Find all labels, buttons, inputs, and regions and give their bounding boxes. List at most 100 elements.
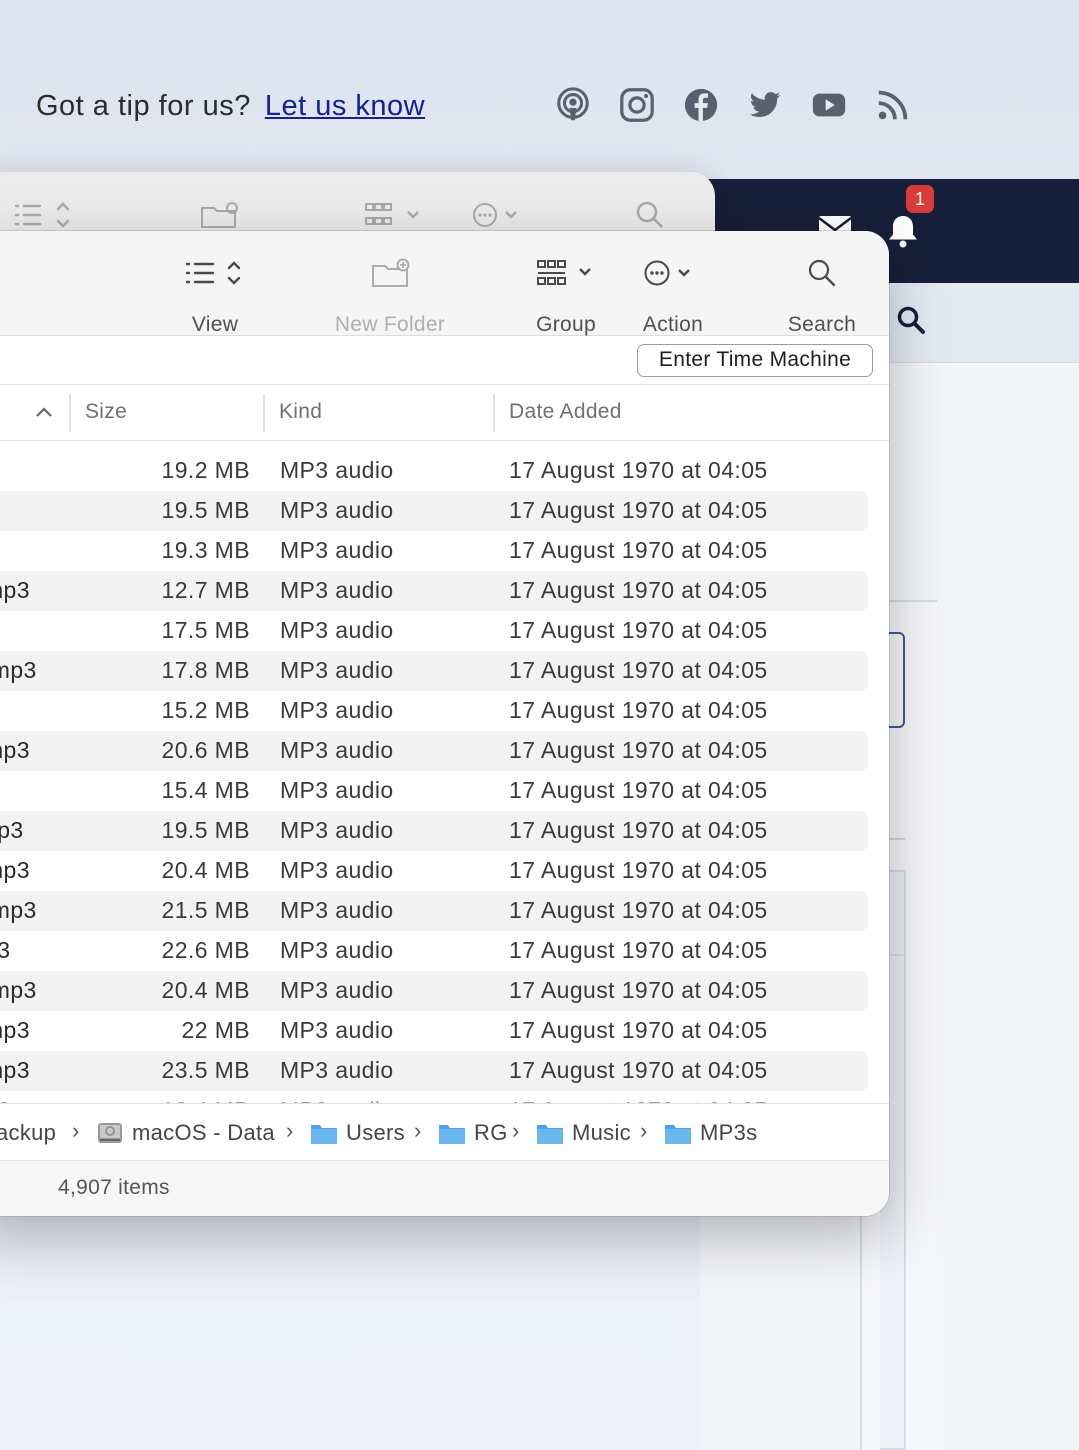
- column-size[interactable]: Size: [85, 400, 127, 424]
- table-row[interactable]: 15.4 MB MP3 audio 17 August 1970 at 04:05: [0, 771, 889, 811]
- column-separator[interactable]: [263, 394, 265, 432]
- file-kind: MP3 audio: [280, 897, 394, 923]
- file-kind: MP3 audio: [280, 577, 394, 603]
- file-kind: MP3 audio: [280, 977, 394, 1003]
- bell-icon[interactable]: [886, 213, 920, 249]
- chevron-right-icon: ›: [414, 1118, 422, 1143]
- group-icon: [365, 203, 419, 225]
- status-bar: 4,907 items: [0, 1161, 889, 1216]
- path-user[interactable]: RG: [438, 1118, 508, 1148]
- file-name: mp3: [0, 1017, 30, 1043]
- file-kind: MP3 audio: [280, 537, 394, 563]
- file-size: 19.5 MB: [161, 817, 250, 843]
- file-name: .mp3: [0, 897, 37, 923]
- podcast-icon[interactable]: [552, 84, 594, 126]
- tip-bar: Got a tip for us? Let us know: [36, 84, 425, 128]
- view-button[interactable]: View: [175, 253, 255, 337]
- action-button[interactable]: Action: [638, 253, 708, 337]
- path-music-label: Music: [572, 1120, 631, 1145]
- facebook-icon[interactable]: [680, 84, 722, 126]
- time-machine-bar: Enter Time Machine: [0, 337, 889, 385]
- column-separator[interactable]: [69, 394, 71, 432]
- tip-text: Got a tip for us?: [36, 89, 251, 122]
- table-row[interactable]: mp3 23.5 MB MP3 audio 17 August 1970 at 04:…: [0, 1051, 889, 1091]
- table-row[interactable]: 19.2 MB MP3 audio 17 August 1970 at 04:05: [0, 451, 889, 491]
- path-disk[interactable]: macOS - Data: [96, 1118, 275, 1148]
- path-users-label: Users: [346, 1120, 405, 1145]
- sort-ascending-icon[interactable]: [34, 402, 54, 422]
- path-bar: ackup › macOS - Data › Users › RG › Musi…: [0, 1103, 889, 1161]
- table-row[interactable]: .mp3 21.5 MB MP3 audio 17 August 1970 at 04…: [0, 891, 889, 931]
- table-row[interactable]: 19.3 MB MP3 audio 17 August 1970 at 04:05: [0, 531, 889, 571]
- action-icon: [644, 260, 690, 286]
- enter-time-machine-button[interactable]: Enter Time Machine: [637, 344, 873, 377]
- file-size: 19.2 MB: [161, 457, 250, 483]
- table-row[interactable]: o3 22.6 MB MP3 audio 17 August 1970 at 04:0…: [0, 931, 889, 971]
- path-music[interactable]: Music: [536, 1118, 631, 1148]
- file-size: 20.4 MB: [161, 857, 250, 883]
- table-row[interactable]: 15.2 MB MP3 audio 17 August 1970 at 04:05: [0, 691, 889, 731]
- file-name: mp3: [0, 857, 30, 883]
- tip-link[interactable]: Let us know: [265, 90, 425, 123]
- action-icon: [473, 203, 517, 227]
- folder-icon: [439, 1125, 465, 1144]
- table-row[interactable]: 17.5 MB MP3 audio 17 August 1970 at 04:05: [0, 611, 889, 651]
- file-name: mp3: [0, 577, 30, 603]
- path-folder[interactable]: MP3s: [664, 1118, 757, 1148]
- path-root[interactable]: ackup: [0, 1118, 56, 1148]
- file-kind: MP3 audio: [280, 1057, 394, 1083]
- new-folder-icon: [201, 202, 238, 228]
- file-size: 23.5 MB: [161, 1057, 250, 1083]
- file-size: 17.8 MB: [161, 657, 250, 683]
- rss-icon[interactable]: [872, 84, 914, 126]
- file-size: 22 MB: [181, 1017, 250, 1043]
- file-size: 19.5 MB: [161, 497, 250, 523]
- file-size: 17.5 MB: [161, 617, 250, 643]
- notification-badge: 1: [906, 185, 934, 213]
- file-size: 15.4 MB: [161, 777, 250, 803]
- path-disk-label: macOS - Data: [132, 1120, 275, 1145]
- column-date-added[interactable]: Date Added: [509, 400, 622, 424]
- chevron-right-icon: ›: [286, 1118, 294, 1143]
- search-icon[interactable]: [896, 305, 926, 335]
- file-kind: MP3 audio: [280, 937, 394, 963]
- twitter-icon[interactable]: [744, 84, 786, 126]
- file-size: 20.4 MB: [161, 977, 250, 1003]
- file-kind: MP3 audio: [280, 617, 394, 643]
- youtube-icon[interactable]: [808, 84, 850, 126]
- file-size: 20.6 MB: [161, 737, 250, 763]
- file-date-added: 17 August 1970 at 04:05: [509, 497, 768, 523]
- table-row[interactable]: mp3 12.7 MB MP3 audio 17 August 1970 at 04:…: [0, 571, 889, 611]
- finder-window[interactable]: View New Folder Group Action Search Ente…: [0, 231, 889, 1216]
- table-row[interactable]: ..318.4 MBMP3 audio17 August 1970 at 04:…: [0, 1091, 889, 1103]
- table-row[interactable]: mp3 22 MB MP3 audio 17 August 1970 at 04:05: [0, 1011, 889, 1051]
- table-row[interactable]: .mp3 17.8 MB MP3 audio 17 August 1970 at 04…: [0, 651, 889, 691]
- path-users[interactable]: Users: [310, 1118, 405, 1148]
- action-label: Action: [642, 313, 704, 336]
- file-kind: MP3 audio: [280, 457, 394, 483]
- search-icon: [636, 201, 663, 228]
- new-folder-button[interactable]: New Folder: [325, 253, 455, 337]
- file-kind: MP3 audio: [280, 1017, 394, 1043]
- file-kind: MP3 audio: [280, 817, 394, 843]
- chevron-right-icon: ›: [640, 1118, 648, 1143]
- table-row[interactable]: mp3 20.4 MB MP3 audio 17 August 1970 at 04:…: [0, 851, 889, 891]
- file-date-added: 17 August 1970 at 04:05: [509, 457, 768, 483]
- group-button[interactable]: Group: [530, 253, 602, 337]
- column-kind[interactable]: Kind: [279, 400, 322, 424]
- chevron-right-icon: ›: [512, 1118, 520, 1143]
- disk-icon: [98, 1123, 122, 1143]
- table-row[interactable]: mp3 20.6 MB MP3 audio 17 August 1970 at 04:…: [0, 731, 889, 771]
- file-date-added: 17 August 1970 at 04:05: [509, 537, 768, 563]
- column-separator[interactable]: [493, 394, 495, 432]
- table-row[interactable]: .mp3 20.4 MB MP3 audio 17 August 1970 at 04…: [0, 971, 889, 1011]
- instagram-icon[interactable]: [616, 84, 658, 126]
- table-row[interactable]: np3 19.5 MB MP3 audio 17 August 1970 at 04:…: [0, 811, 889, 851]
- file-date-added: 17 August 1970 at 04:05: [509, 817, 768, 843]
- table-row[interactable]: 19.5 MB MP3 audio 17 August 1970 at 04:05: [0, 491, 889, 531]
- list-view-icon: [14, 202, 70, 228]
- folder-icon: [665, 1125, 691, 1144]
- search-button[interactable]: Search: [782, 253, 862, 337]
- social-links: [552, 84, 936, 126]
- file-date-added: 17 August 1970 at 04:05: [509, 777, 768, 803]
